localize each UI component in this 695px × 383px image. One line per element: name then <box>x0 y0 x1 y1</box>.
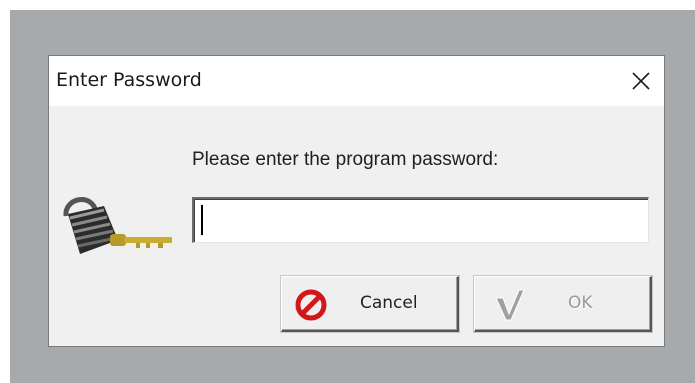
cancel-no-sign-icon <box>295 289 327 321</box>
close-button[interactable] <box>618 56 664 106</box>
ok-button[interactable]: OK <box>474 276 652 332</box>
checkmark-icon <box>495 289 525 321</box>
dialog-title: Enter Password <box>56 69 202 91</box>
password-dialog: Enter Password Please enter the program … <box>48 55 665 347</box>
padlock-with-key-icon <box>63 197 172 254</box>
cancel-button[interactable]: Cancel <box>281 276 459 332</box>
password-prompt: Please enter the program password: <box>192 149 499 170</box>
close-icon <box>632 72 650 90</box>
title-bar: Enter Password <box>49 56 664 106</box>
password-input[interactable] <box>192 197 649 243</box>
cancel-button-label: Cancel <box>360 293 418 313</box>
text-caret <box>201 205 203 235</box>
ok-button-label: OK <box>568 293 593 313</box>
